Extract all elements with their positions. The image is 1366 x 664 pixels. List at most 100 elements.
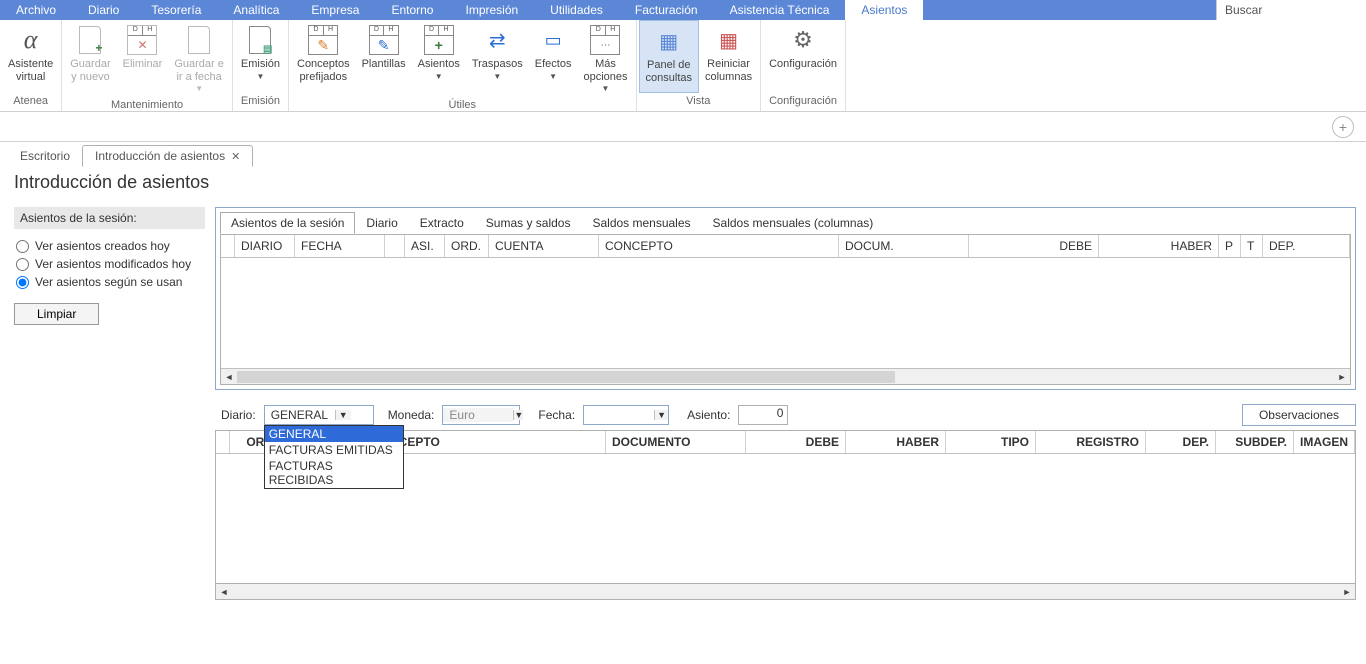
- menu-facturacion[interactable]: Facturación: [619, 0, 714, 20]
- diario-label: Diario:: [221, 408, 256, 422]
- dd-item-facturas-emitidas[interactable]: FACTURAS EMITIDAS: [265, 442, 403, 458]
- chevron-down-icon[interactable]: ▼: [335, 410, 351, 420]
- col-t[interactable]: T: [1241, 235, 1263, 257]
- doc-tab-introduccion[interactable]: Introducción de asientos ✕: [82, 145, 253, 167]
- col-ord[interactable]: ORD.: [445, 235, 489, 257]
- col2-subdep[interactable]: SUBDEP.: [1216, 431, 1294, 453]
- col-asi[interactable]: ASI.: [405, 235, 445, 257]
- fecha-combo[interactable]: ▼: [583, 405, 669, 425]
- col2-tipo[interactable]: TIPO: [946, 431, 1036, 453]
- limpiar-button[interactable]: Limpiar: [14, 303, 99, 325]
- scroll-right-icon[interactable]: ►: [1339, 587, 1355, 597]
- col-docum[interactable]: DOCUM.: [839, 235, 969, 257]
- scroll-right-icon[interactable]: ►: [1334, 372, 1350, 382]
- ribbon-efectos[interactable]: ▭ Efectos ▼: [529, 20, 578, 97]
- scroll-left-icon[interactable]: ◄: [216, 587, 232, 597]
- menu-bar: Archivo Diario Tesorería Analítica Empre…: [0, 0, 1366, 20]
- col-cuenta[interactable]: CUENTA: [489, 235, 599, 257]
- menu-entorno[interactable]: Entorno: [375, 0, 449, 20]
- tab-saldos-mensuales[interactable]: Saldos mensuales: [581, 212, 701, 234]
- col-fecha[interactable]: FECHA: [295, 235, 385, 257]
- col2-imagen[interactable]: IMAGEN: [1294, 431, 1355, 453]
- ribbon-traspasos[interactable]: ⇄ Traspasos ▼: [466, 20, 529, 97]
- ribbon-guardar-ir-fecha: Guardar e ir a fecha ▼: [168, 20, 230, 97]
- ribbon-asientos[interactable]: DH+ Asientos ▼: [412, 20, 466, 97]
- add-row: +: [0, 112, 1366, 142]
- col2-dep[interactable]: DEP.: [1146, 431, 1216, 453]
- arrows-icon: ⇄: [489, 28, 506, 53]
- col-p[interactable]: P: [1219, 235, 1241, 257]
- tab-extracto[interactable]: Extracto: [409, 212, 475, 234]
- radio-segun-se-usan[interactable]: Ver asientos según se usan: [16, 275, 203, 289]
- alpha-icon: α: [24, 25, 38, 55]
- grid-hscroll[interactable]: ◄ ►: [221, 368, 1350, 384]
- ribbon-plantillas[interactable]: DH✎ Plantillas: [356, 20, 412, 97]
- asiento-label: Asiento:: [687, 408, 730, 422]
- ribbon: α Asistente virtual Atenea + Guardar y n…: [0, 20, 1366, 112]
- tab-sumas-saldos[interactable]: Sumas y saldos: [475, 212, 582, 234]
- col-dep[interactable]: DEP.: [1263, 235, 1350, 257]
- ribbon-configuracion[interactable]: ⚙ Configuración: [763, 20, 843, 93]
- col-debe[interactable]: DEBE: [969, 235, 1099, 257]
- col2-debe[interactable]: DEBE: [746, 431, 846, 453]
- asiento-field[interactable]: 0: [738, 405, 788, 425]
- col2-documento[interactable]: DOCUMENTO: [606, 431, 746, 453]
- dd-item-facturas-recibidas[interactable]: FACTURAS RECIBIDAS: [265, 458, 403, 488]
- doc-print-icon: ▤: [249, 26, 271, 54]
- col-blank[interactable]: [385, 235, 405, 257]
- tab-saldos-mensuales-col[interactable]: Saldos mensuales (columnas): [702, 212, 885, 234]
- doc-tab-label: Introducción de asientos: [95, 149, 225, 163]
- menu-diario[interactable]: Diario: [72, 0, 135, 20]
- radio-creados-hoy[interactable]: Ver asientos creados hoy: [16, 239, 203, 253]
- tab-diario[interactable]: Diario: [355, 212, 408, 234]
- col2-haber[interactable]: HABER: [846, 431, 946, 453]
- menu-utilidades[interactable]: Utilidades: [534, 0, 619, 20]
- ribbon-asistente-virtual[interactable]: α Asistente virtual: [2, 20, 59, 93]
- col-diario[interactable]: DIARIO: [235, 235, 295, 257]
- menu-archivo[interactable]: Archivo: [0, 0, 72, 20]
- ribbon-mas-opciones[interactable]: DH⋯ Más opciones ▼: [577, 20, 633, 97]
- tab-asientos-sesion[interactable]: Asientos de la sesión: [220, 212, 355, 234]
- grid-reset-icon: ▦: [719, 28, 738, 53]
- ribbon-panel-consultas[interactable]: ▦ Panel de consultas: [639, 20, 699, 93]
- col2-concepto[interactable]: NCEPTO: [384, 431, 606, 453]
- add-button[interactable]: +: [1332, 116, 1354, 138]
- grid-header: DIARIO FECHA ASI. ORD. CUENTA CONCEPTO D…: [221, 235, 1350, 258]
- ribbon-emision[interactable]: ▤ Emisión ▼: [235, 20, 286, 93]
- entry-form-row: Diario: GENERAL ▼ GENERAL FACTURAS EMITI…: [221, 404, 1356, 426]
- ribbon-reiniciar-columnas[interactable]: ▦ Reiniciar columnas: [699, 20, 758, 93]
- menu-tesoreria[interactable]: Tesorería: [135, 0, 217, 20]
- menu-impresion[interactable]: Impresión: [449, 0, 534, 20]
- menu-analitica[interactable]: Analítica: [217, 0, 295, 20]
- col2-selector[interactable]: [216, 431, 230, 453]
- col-concepto[interactable]: CONCEPTO: [599, 235, 839, 257]
- dh-dots-icon: DH⋯: [590, 25, 620, 55]
- grid2-hscroll[interactable]: ◄ ►: [215, 584, 1356, 600]
- ribbon-group-utiles: Útiles: [291, 97, 634, 115]
- dh-pen-icon: DH✎: [369, 25, 399, 55]
- close-icon[interactable]: ✕: [231, 150, 240, 163]
- observaciones-button[interactable]: Observaciones: [1242, 404, 1356, 426]
- ribbon-guardar-y-nuevo: + Guardar y nuevo: [64, 20, 116, 97]
- search-input[interactable]: Buscar: [1216, 0, 1366, 20]
- scroll-left-icon[interactable]: ◄: [221, 372, 237, 382]
- doc-tab-escritorio[interactable]: Escritorio: [8, 146, 82, 166]
- menu-asientos[interactable]: Asientos: [845, 0, 923, 20]
- col-selector[interactable]: [221, 235, 235, 257]
- scroll-thumb[interactable]: [237, 371, 895, 383]
- col2-registro[interactable]: REGISTRO: [1036, 431, 1146, 453]
- dh-plus-icon: DH+: [424, 25, 454, 55]
- diario-dropdown[interactable]: GENERAL FACTURAS EMITIDAS FACTURAS RECIB…: [264, 425, 404, 489]
- grid-body[interactable]: [221, 258, 1350, 368]
- menu-empresa[interactable]: Empresa: [295, 0, 375, 20]
- moneda-combo[interactable]: Euro ▼: [442, 405, 520, 425]
- radio-modificados-hoy[interactable]: Ver asientos modificados hoy: [16, 257, 203, 271]
- chevron-down-icon[interactable]: ▼: [513, 410, 523, 420]
- ribbon-conceptos-prefijados[interactable]: DH✎ Conceptos prefijados: [291, 20, 356, 97]
- chevron-down-icon: ▼: [602, 84, 610, 93]
- diario-combo[interactable]: GENERAL ▼: [264, 405, 374, 425]
- chevron-down-icon[interactable]: ▼: [654, 410, 668, 420]
- dd-item-general[interactable]: GENERAL: [265, 426, 403, 442]
- col-haber[interactable]: HABER: [1099, 235, 1219, 257]
- menu-asistencia[interactable]: Asistencia Técnica: [714, 0, 846, 20]
